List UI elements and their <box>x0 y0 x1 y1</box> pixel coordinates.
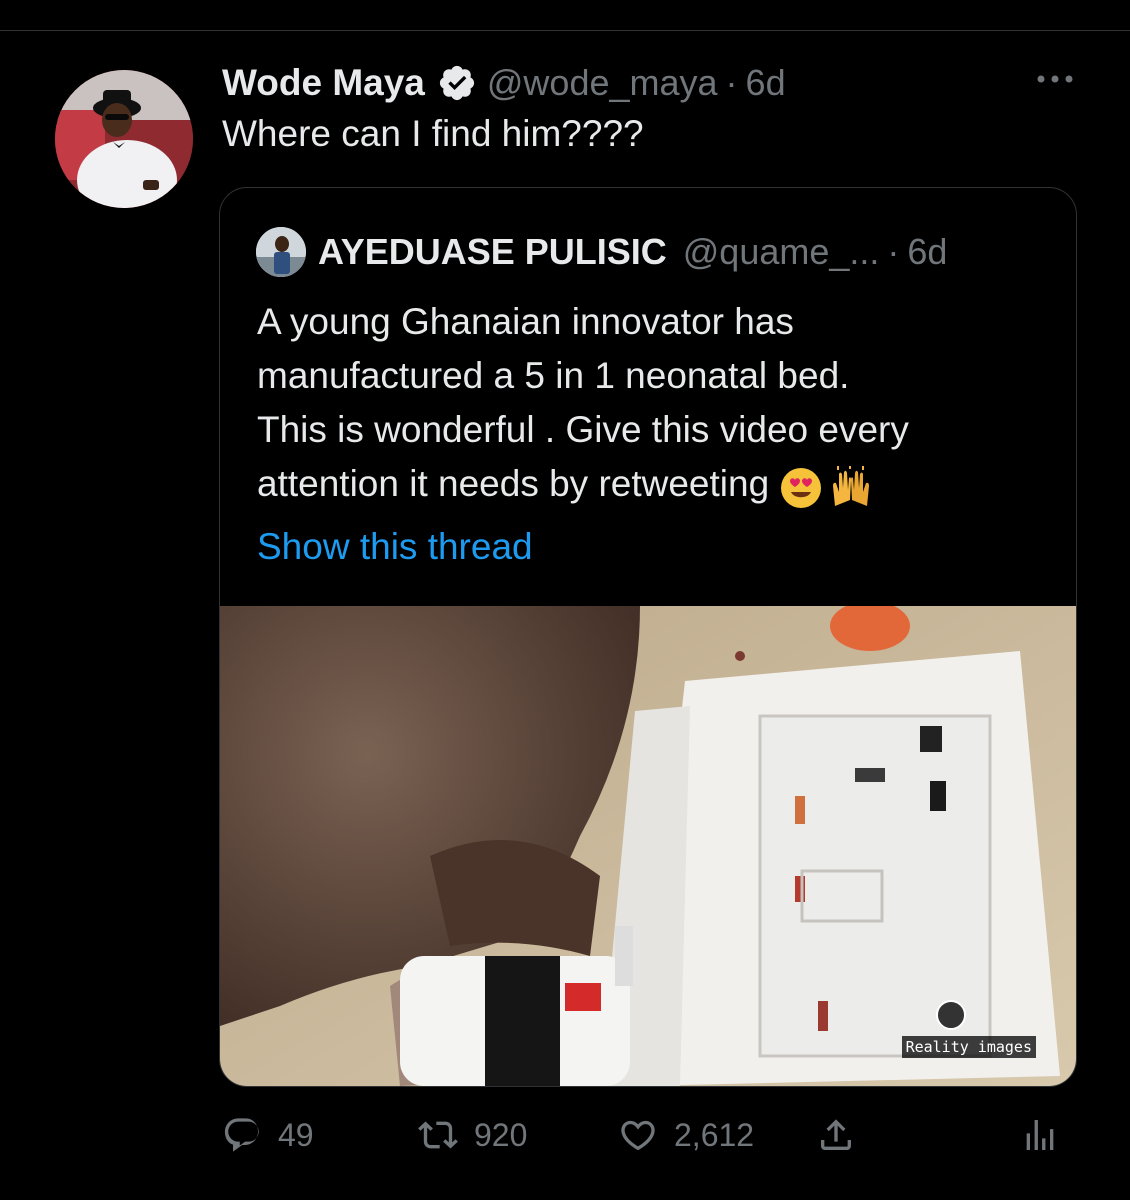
reply-button[interactable]: 49 <box>222 1110 314 1160</box>
quoted-video-media[interactable]: Reality images <box>220 606 1076 1086</box>
analytics-button[interactable] <box>1020 1110 1076 1160</box>
separator-dot: · <box>725 62 738 103</box>
quoted-tweet-card[interactable]: AYEDUASE PULISIC @quame_... · 6d A young… <box>219 187 1077 1087</box>
like-count: 2,612 <box>674 1116 755 1153</box>
emoji-group <box>779 459 879 513</box>
more-options-button[interactable] <box>1032 64 1078 94</box>
share-icon <box>821 1119 851 1150</box>
quoted-author-name: AYEDUASE PULISIC <box>318 231 667 272</box>
top-divider <box>0 30 1130 31</box>
like-button[interactable]: 2,612 <box>618 1110 754 1160</box>
quoted-text-line-last: attention it needs by retweeting <box>257 457 1057 513</box>
author-avatar-image <box>55 70 193 208</box>
analytics-icon <box>1026 1120 1054 1150</box>
tweet-text: Where can I find him???? <box>222 113 644 154</box>
raising-hands-emoji-icon <box>833 466 870 507</box>
heart-icon <box>621 1120 655 1151</box>
retweet-button[interactable]: 920 <box>418 1110 527 1160</box>
reply-icon <box>224 1118 259 1152</box>
author-handle[interactable]: @wode_maya <box>487 62 718 104</box>
author-avatar[interactable] <box>55 70 193 208</box>
more-dots-icon <box>1037 75 1073 83</box>
author-name[interactable]: Wode Maya <box>222 62 425 104</box>
tweet-header: Wode Maya @wode_maya · 6d <box>222 60 786 106</box>
heart-eyes-emoji-icon <box>781 468 822 509</box>
retweet-count: 920 <box>474 1116 528 1153</box>
quoted-tweet-header: AYEDUASE PULISIC @quame_... · 6d <box>256 227 948 277</box>
tweet-timestamp[interactable]: 6d <box>746 62 786 104</box>
video-watermark: Reality images <box>901 1036 1036 1058</box>
quoted-author-avatar <box>256 227 306 277</box>
verified-badge-icon <box>437 63 477 103</box>
quoted-tweet-text: A young Ghanaian innovator has manufactu… <box>257 295 1057 513</box>
show-thread-link[interactable]: Show this thread <box>257 526 533 568</box>
retweet-icon <box>418 1121 458 1149</box>
reply-count: 49 <box>278 1116 314 1153</box>
quoted-separator-dot: · <box>887 231 900 272</box>
quoted-text-line: attention it needs by retweeting <box>257 463 770 504</box>
watermark-logo-icon <box>936 1000 966 1030</box>
quoted-author-handle: @quame_... <box>682 231 880 272</box>
share-button[interactable] <box>816 1110 872 1160</box>
quoted-text-line: manufactured a 5 in 1 neonatal bed. <box>257 355 850 396</box>
tweet-actions-bar: 49 920 2,612 <box>0 1110 1130 1160</box>
quoted-text-line: This is wonderful . Give this video ever… <box>257 409 909 450</box>
quoted-text-line: A young Ghanaian innovator has <box>257 301 794 342</box>
quoted-timestamp: 6d <box>907 231 948 272</box>
